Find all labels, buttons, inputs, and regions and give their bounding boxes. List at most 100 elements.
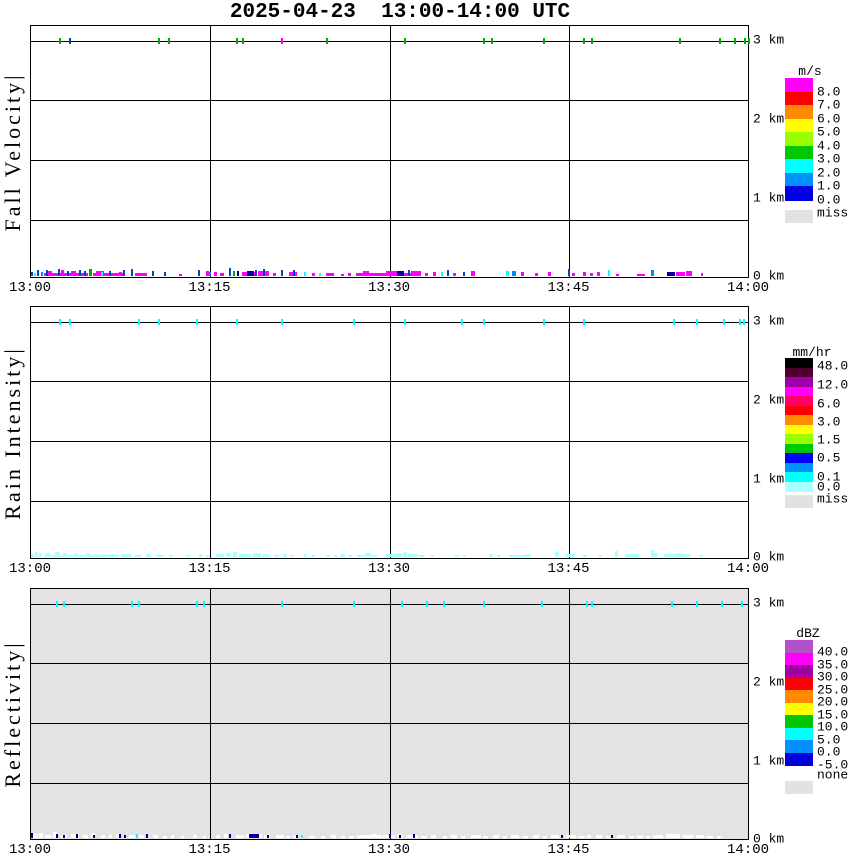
colorbar-block <box>785 462 813 473</box>
colorbar-block <box>785 481 813 492</box>
reflectivity-scale-title: dBZ <box>796 626 820 641</box>
data-speck <box>543 38 545 44</box>
data-speck <box>734 38 736 44</box>
data-speck <box>326 38 328 44</box>
data-speck <box>461 319 463 325</box>
data-speck <box>401 601 403 607</box>
time-tick-label: 14:00 <box>726 842 770 858</box>
data-bar <box>471 835 481 838</box>
data-bar <box>403 552 407 557</box>
data-speck <box>63 601 65 607</box>
data-bar <box>572 273 575 276</box>
data-speck <box>236 319 238 325</box>
data-bar <box>267 835 269 838</box>
data-bar <box>89 269 92 276</box>
data-speck <box>59 38 61 44</box>
data-bar <box>408 554 418 557</box>
data-bar <box>521 272 524 276</box>
data-bar <box>396 553 402 557</box>
height-tick-label: 3 km <box>753 313 785 329</box>
data-bar <box>617 835 625 838</box>
data-bar <box>75 553 78 557</box>
data-bar <box>101 554 105 557</box>
data-bar <box>431 835 436 838</box>
colorbar-block <box>785 434 813 444</box>
data-bar <box>535 273 538 276</box>
colorbar-block <box>785 677 813 691</box>
data-speck <box>483 38 485 44</box>
data-bar <box>425 273 428 276</box>
data-bar <box>249 834 259 838</box>
data-speck <box>671 601 673 607</box>
colorbar-missing-label: miss <box>817 491 849 507</box>
data-bar <box>229 834 231 838</box>
data-speck <box>158 319 160 325</box>
data-speck <box>203 601 205 607</box>
data-bar <box>590 273 593 276</box>
data-bar <box>153 835 158 838</box>
data-bar <box>209 272 211 276</box>
data-bar <box>135 273 147 276</box>
data-bar <box>606 836 610 838</box>
height-tick-label: 2 km <box>753 392 785 408</box>
rain-intensity-axis-title: Rain Intensity| <box>0 345 25 520</box>
data-bar <box>413 834 415 838</box>
data-bar <box>276 835 284 838</box>
data-speck <box>404 38 406 44</box>
colorbar-missing-block <box>785 781 813 794</box>
data-bar <box>608 270 610 276</box>
time-tick-label: 13:15 <box>188 561 231 577</box>
data-bar <box>83 835 88 838</box>
data-bar <box>291 555 294 557</box>
colorbar-block <box>785 367 813 378</box>
data-bar <box>86 553 90 557</box>
data-speck <box>196 319 198 325</box>
colorbar-tick-label: 3.0 <box>817 151 841 167</box>
colorbar-missing-block <box>785 210 813 223</box>
data-speck <box>748 38 750 44</box>
height-tick-label: 1 km <box>753 471 785 487</box>
data-bar <box>419 555 424 557</box>
data-speck <box>696 319 698 325</box>
data-bar <box>497 555 500 557</box>
data-bar <box>56 834 58 838</box>
data-speck <box>353 601 355 607</box>
gridline-time <box>569 307 570 558</box>
data-speck <box>168 38 170 44</box>
data-bar <box>451 835 457 838</box>
colorbar-block <box>785 405 813 416</box>
data-bar <box>599 555 602 557</box>
data-bar <box>408 270 410 276</box>
data-speck <box>404 319 406 325</box>
data-speck <box>739 319 741 325</box>
data-bar <box>561 835 563 838</box>
data-bar <box>121 554 131 557</box>
data-bar <box>489 554 493 557</box>
data-bar <box>135 555 141 557</box>
data-speck <box>426 601 428 607</box>
colorbar-tick-label: 7.0 <box>817 97 841 113</box>
data-bar <box>431 555 434 557</box>
data-bar <box>171 835 174 838</box>
plot-title: 2025-04-23 13:00-14:00 UTC <box>229 1 571 24</box>
time-tick-label: 13:45 <box>547 561 590 577</box>
data-bar <box>263 269 265 276</box>
data-bar <box>512 271 516 276</box>
data-bar <box>273 273 276 276</box>
data-bar <box>286 836 290 838</box>
colorbar-block <box>785 453 813 463</box>
data-bar <box>193 835 197 838</box>
colorbar-block <box>785 159 813 174</box>
data-bar <box>666 834 680 838</box>
data-speck <box>491 38 493 44</box>
data-bar <box>304 554 307 557</box>
colorbar-block <box>785 702 813 716</box>
data-bar <box>216 835 220 838</box>
data-bar <box>348 273 351 276</box>
data-bar <box>247 271 254 276</box>
colorbar-tick-label: 3.0 <box>817 414 841 430</box>
height-tick-label: 3 km <box>753 595 785 611</box>
data-speck <box>696 601 698 607</box>
data-bar <box>579 836 585 838</box>
data-bar <box>94 554 97 557</box>
